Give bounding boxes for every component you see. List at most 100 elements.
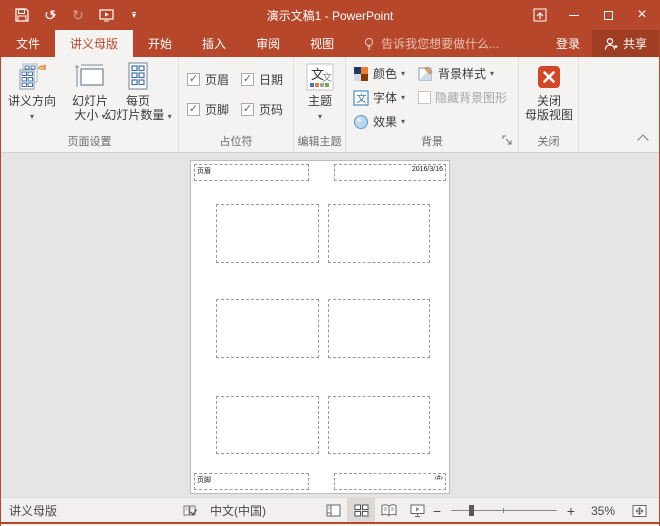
tab-home[interactable]: 开始: [133, 30, 187, 57]
themes-label: 主题: [299, 94, 341, 108]
date-checkbox-icon[interactable]: ✓: [241, 73, 254, 86]
zoom-slider[interactable]: [451, 510, 557, 511]
undo-dropdown-icon[interactable]: ▾: [52, 11, 56, 20]
maximize-button[interactable]: [591, 0, 625, 30]
handout-orientation-dropdown-icon: ▾: [30, 112, 34, 121]
checkbox-header[interactable]: ✓ 页眉: [187, 71, 229, 88]
slide-placeholder-1[interactable]: [216, 204, 319, 263]
share-button[interactable]: 共享: [592, 30, 659, 57]
zoom-out-button[interactable]: −: [431, 503, 443, 519]
minimize-button[interactable]: [557, 0, 591, 30]
zoom-slider-midpoint: [503, 508, 504, 513]
slide-placeholder-5[interactable]: [216, 396, 319, 454]
effects-label: 效果: [373, 113, 397, 130]
proofing-icon[interactable]: [183, 504, 198, 518]
close-master-view-icon: [522, 60, 576, 94]
group-label-placeholders: 占位符: [179, 133, 293, 149]
fonts-dropdown-icon: ▾: [401, 93, 405, 102]
slides-per-page-icon: [97, 60, 179, 94]
themes-button[interactable]: 文文 主题 ▾: [299, 60, 341, 124]
sign-in-button[interactable]: 登录: [544, 30, 592, 57]
tab-insert[interactable]: 插入: [187, 30, 241, 57]
slides-per-page-label-1: 每页: [97, 94, 179, 108]
colors-dropdown-icon: ▾: [401, 69, 405, 78]
ribbon: 讲义方向 ▾ 幻灯片 大小 ▾ 每页 幻灯片数量 ▾ 页面设置: [1, 57, 659, 153]
share-person-icon: [604, 37, 618, 51]
effects-button[interactable]: 效果 ▾: [353, 113, 405, 130]
customize-qat-icon[interactable]: ▾: [121, 2, 147, 28]
fonts-label: 字体: [373, 89, 397, 106]
close-button[interactable]: ×: [625, 0, 659, 30]
background-styles-dropdown-icon: ▾: [490, 69, 494, 78]
colors-button[interactable]: 颜色 ▾: [353, 65, 405, 82]
date-placeholder[interactable]: 2016/3/16: [334, 164, 446, 181]
slide-size-label-2: 大小: [74, 108, 98, 122]
tab-view[interactable]: 视图: [295, 30, 349, 57]
checkbox-footer[interactable]: ✓ 页脚: [187, 101, 229, 118]
group-edit-theme: 文文 主题 ▾ 编辑主题: [294, 57, 346, 152]
save-icon[interactable]: [9, 2, 35, 28]
slides-per-page-label-2: 幻灯片数量: [104, 108, 164, 122]
slide-placeholder-3[interactable]: [216, 299, 319, 358]
header-checkbox-icon[interactable]: ✓: [187, 73, 200, 86]
colors-icon: [353, 66, 369, 82]
fonts-button[interactable]: 文 字体 ▾: [353, 89, 405, 106]
quick-access-toolbar: ↺▾ ↻ ▾: [1, 2, 147, 28]
footer-placeholder[interactable]: 页脚: [194, 473, 309, 490]
footer-checkbox-icon[interactable]: ✓: [187, 103, 200, 116]
slideshow-view-button[interactable]: [403, 498, 431, 523]
fit-slide-to-window-icon[interactable]: [625, 498, 653, 523]
undo-icon[interactable]: ↺▾: [37, 2, 63, 28]
status-view-name: 讲义母版: [9, 502, 57, 519]
tab-handout-master[interactable]: 讲义母版: [55, 30, 133, 57]
svg-text:文: 文: [357, 92, 367, 105]
handout-orientation-button[interactable]: 讲义方向 ▾: [5, 60, 59, 124]
page-number-placeholder[interactable]: ‹#›: [334, 473, 446, 490]
zoom-slider-handle[interactable]: [469, 505, 474, 516]
collapse-ribbon-icon[interactable]: [637, 134, 648, 145]
slide-placeholder-6[interactable]: [328, 396, 430, 454]
background-dialog-launcher-icon[interactable]: [502, 135, 515, 148]
tab-review[interactable]: 审阅: [241, 30, 295, 57]
slides-per-page-button[interactable]: 每页 幻灯片数量 ▾: [97, 60, 179, 124]
group-placeholders: ✓ 页眉 ✓ 日期 ✓ 页脚 ✓ 页码 占位符: [179, 57, 294, 152]
slide-placeholder-4[interactable]: [328, 299, 430, 358]
reading-view-button[interactable]: [375, 498, 403, 523]
checkbox-page-number[interactable]: ✓ 页码: [241, 101, 283, 118]
status-language[interactable]: 中文(中国): [210, 502, 266, 519]
window-controls: ×: [523, 0, 659, 30]
close-master-view-button[interactable]: 关闭 母版视图: [522, 60, 576, 122]
group-page-setup: 讲义方向 ▾ 幻灯片 大小 ▾ 每页 幻灯片数量 ▾ 页面设置: [1, 57, 179, 152]
ribbon-display-options-icon[interactable]: [523, 0, 557, 30]
hide-background-graphics-label: 隐藏背景图形: [435, 89, 507, 106]
background-styles-label: 背景样式: [438, 65, 486, 82]
handout-master-page[interactable]: 页眉 2016/3/16 页脚 ‹#›: [191, 161, 449, 493]
background-styles-button[interactable]: 背景样式 ▾: [418, 65, 494, 82]
hide-background-graphics-checkbox: 隐藏背景图形: [418, 89, 507, 106]
start-slideshow-icon[interactable]: [93, 2, 119, 28]
tell-me-search[interactable]: 告诉我您想要做什么...: [363, 30, 499, 57]
title-bar: ↺▾ ↻ ▾ 演示文稿1 - PowerPoint ×: [1, 0, 659, 30]
share-label: 共享: [623, 35, 647, 52]
slide-placeholder-2[interactable]: [328, 204, 430, 263]
handout-orientation-label: 讲义方向: [5, 94, 59, 108]
checkbox-date[interactable]: ✓ 日期: [241, 71, 283, 88]
tell-me-placeholder: 告诉我您想要做什么...: [381, 35, 499, 52]
close-glyph: ×: [637, 6, 646, 24]
group-background: 颜色 ▾ 文 字体 ▾ 效果 ▾ 背景样式: [346, 57, 519, 152]
group-close: 关闭 母版视图 关闭: [519, 57, 579, 152]
fonts-icon: 文: [353, 90, 369, 106]
header-placeholder[interactable]: 页眉: [194, 164, 309, 181]
page-number-checkbox-icon[interactable]: ✓: [241, 103, 254, 116]
normal-view-button[interactable]: [319, 498, 347, 523]
redo-icon: ↻: [65, 2, 91, 28]
effects-icon: [353, 114, 369, 130]
slide-sorter-view-button[interactable]: [347, 498, 375, 523]
group-label-close: 关闭: [519, 133, 578, 149]
zoom-percentage[interactable]: 35%: [577, 504, 615, 518]
window-bottom-border: [1, 522, 659, 524]
header-checkbox-label: 页眉: [205, 71, 229, 88]
zoom-in-button[interactable]: +: [565, 503, 577, 519]
close-master-label-1: 关闭: [522, 94, 576, 108]
tab-file[interactable]: 文件: [1, 30, 55, 57]
